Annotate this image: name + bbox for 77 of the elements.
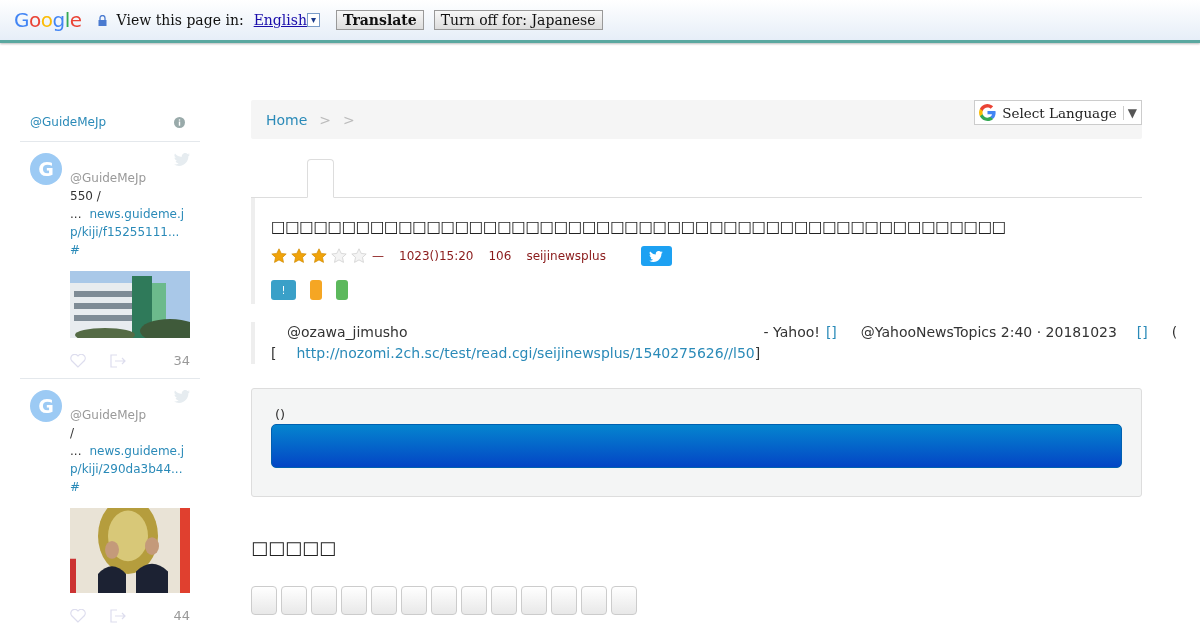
share-button[interactable] [581,586,607,615]
bird-icon [649,250,664,262]
bird-icon [174,390,190,403]
tag-badge[interactable] [310,280,322,300]
source-link[interactable]: http://nozomi.2ch.sc/test/read.cgi/seijinewsplus/1540275626//l50 [296,343,755,364]
sidebar-handle[interactable]: @GuideMeJp [30,115,107,129]
bracket-text: ] [754,344,761,363]
hashtag-link[interactable]: # [70,241,190,259]
panel-label: () [275,407,287,422]
tag-badge[interactable]: ! [271,280,296,300]
tab[interactable] [307,159,334,198]
google-g-icon [979,104,997,121]
tweet-link[interactable]: news.guideme.j [89,442,185,460]
like-count: 34 [173,352,190,370]
star-icon [331,248,347,264]
tweet-link[interactable]: p/kiji/f15255111... [70,223,190,241]
share-button[interactable] [341,586,367,615]
avatar: G [30,153,62,185]
breadcrumb-separator: > [343,111,355,128]
avatar: G [30,390,62,422]
tweet-link[interactable]: news.guideme.j [89,205,185,223]
hashtag-link[interactable]: # [70,478,190,496]
info-icon [174,116,185,128]
share-button[interactable] [431,586,457,615]
tweet-button[interactable] [640,246,672,266]
bird-icon [174,153,190,166]
post-count: 106 [488,249,512,263]
share-icon[interactable] [110,354,126,368]
language-select[interactable]: Select Language ▼ [974,100,1142,125]
star-icon [271,248,287,264]
body-text: @YahooNewsTopics 2:40 · 20181023 [860,323,1117,342]
tweet-text: 550 / [70,188,102,205]
heart-icon[interactable] [70,609,86,623]
reference-link[interactable]: [] [1136,322,1148,343]
translate-button[interactable]: Translate [336,10,424,30]
section-heading: □□□□□ [251,537,338,558]
turn-off-button[interactable]: Turn off for: Japanese [433,10,603,30]
home-link[interactable]: Home [266,111,308,128]
board-name: seijinewsplus [526,249,606,263]
body-text: - Yahoo! [763,323,820,342]
share-button[interactable] [521,586,547,615]
tweet-handle[interactable]: @GuideMeJp [70,169,190,187]
tweet-text: / [70,425,76,442]
star-icon [311,248,327,264]
article-title: □□□□□□□□□□□□□□□□□□□□□□□□□□□□□□□□□□□□□□□□□□□□□□□□□□□□ [271,218,1007,236]
ellipsis-text: ... [70,206,82,223]
body-text: @ozawa_jimusho [287,323,408,342]
share-button[interactable] [401,586,427,615]
share-button[interactable] [611,586,637,615]
share-button[interactable] [311,586,337,615]
share-button[interactable] [251,586,277,615]
post-date: 1023()15:20 [399,249,474,263]
body-text: ( [1171,323,1178,342]
action-button[interactable] [271,424,1122,468]
google-logo: Google [14,8,82,32]
tweet-link[interactable]: p/kiji/290da3b44... [70,460,190,478]
star-icon [291,248,307,264]
language-link[interactable]: English [253,12,307,28]
dash-text: — [372,249,384,263]
ellipsis-text: ... [70,443,82,460]
reference-link[interactable]: [] [825,322,837,343]
like-count: 44 [173,607,190,625]
heart-icon[interactable] [70,354,86,368]
tag-badge[interactable] [336,280,348,300]
dropdown-button[interactable]: ▾ [307,13,320,27]
share-button[interactable] [491,586,517,615]
share-button[interactable] [461,586,487,615]
share-button[interactable] [281,586,307,615]
tweet-handle[interactable]: @GuideMeJp [70,406,190,424]
breadcrumb-separator: > [319,111,332,128]
bracket-text: [ [271,344,277,363]
share-icon[interactable] [110,609,126,623]
share-button[interactable] [371,586,397,615]
view-page-label: View this page in: [116,12,244,28]
lock-icon [97,14,107,26]
share-button[interactable] [551,586,577,615]
star-icon [351,248,367,264]
